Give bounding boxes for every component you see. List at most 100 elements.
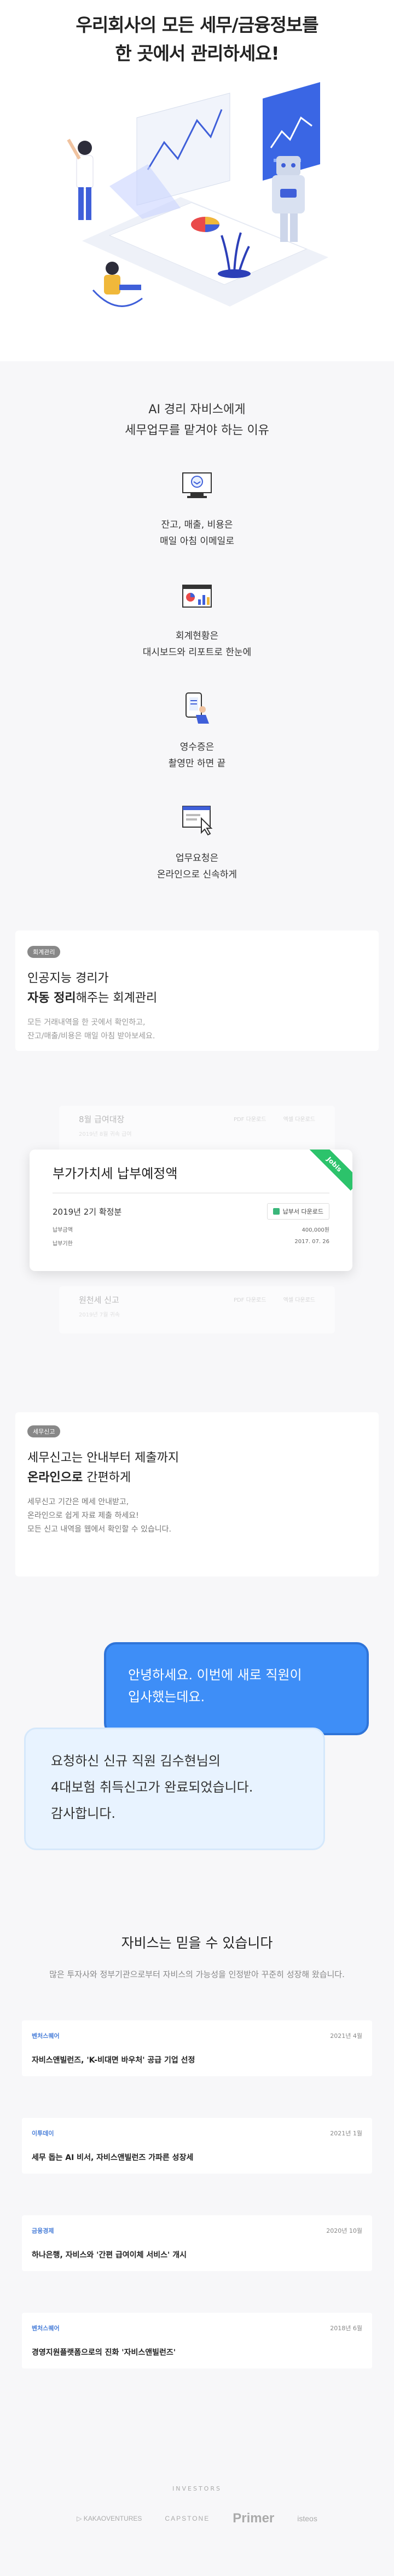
bot-chat-line3: 감사합니다. bbox=[51, 1806, 116, 1821]
vat-period: 2019년 2기 확정분 bbox=[53, 1206, 122, 1217]
vat-document-card: Jobis 부가가치세 납부예정액 2019년 2기 확정분 납부서 다운로드 … bbox=[30, 1150, 352, 1271]
investors-section: INVESTORS ▷ KAKAOVENTURES CAPSTONE Prime… bbox=[0, 2408, 394, 2576]
dashboard-report-icon bbox=[182, 585, 212, 608]
why-item-line2: 대시보드와 리포트로 한눈에 bbox=[142, 647, 252, 658]
why-item-line2: 온라인으로 신속하게 bbox=[157, 869, 237, 880]
bot-chat-line1: 요청하신 신규 직원 김수현님의 bbox=[51, 1753, 221, 1769]
hero-illustration bbox=[67, 82, 328, 307]
why-section: AI 경리 자비스에게 세무업무를 맡겨야 하는 이유 잔고, 매출, 비용은 … bbox=[0, 361, 394, 931]
trust-section: 자비스는 믿을 수 있습니다 많은 투자사와 정부기관으로부터 자비스의 가능성… bbox=[0, 1927, 394, 2408]
accounting-heading-bold: 자동 정리 bbox=[27, 991, 76, 1005]
news-source: 벤처스퀘어 bbox=[32, 2325, 60, 2332]
chat-section: 안녕하세요. 이번에 새로 직원이 입사했는데요. 요청하신 신규 직원 김수현… bbox=[0, 1642, 394, 1927]
tax-heading-line2: 온라인으로 간편하게 bbox=[27, 1468, 367, 1488]
vat-amount-label: 납부금액 bbox=[53, 1227, 73, 1233]
excel-icon bbox=[273, 1208, 280, 1215]
news-item[interactable]: 벤처스퀘어 2018년 6월 경영지원플랫폼으로의 진화 '자비스앤빌런즈' bbox=[22, 2313, 372, 2369]
vat-amount-row: 납부금액 400,000원 bbox=[53, 1225, 329, 1233]
kakaoventures-logo: ▷ KAKAOVENTURES bbox=[77, 2515, 142, 2522]
news-date: 2018년 6월 bbox=[330, 2325, 362, 2332]
ghost-buttons: PDF 다운로드 엑셀 다운로드 bbox=[218, 1114, 315, 1123]
news-item[interactable]: 이투데이 2021년 1월 세무 돕는 AI 비서, 자비스앤빌런즈 가파른 성… bbox=[22, 2118, 372, 2174]
news-title: 경영지원플랫폼으로의 진화 '자비스앤빌런즈' bbox=[32, 2348, 176, 2357]
ghost-subtitle: 2019년 7월 귀속 bbox=[79, 1312, 120, 1318]
news-source: 벤처스퀘어 bbox=[32, 2032, 60, 2040]
accounting-card: 회계관리 인공지능 경리가 자동 정리해주는 회계관리 모든 거래내역을 한 곳… bbox=[15, 931, 379, 1051]
news-item[interactable]: 벤처스퀘어 2021년 4월 자비스앤빌런즈, 'K-비대면 바우처' 공급 기… bbox=[22, 2020, 372, 2076]
ghost-document-payroll: 8월 급여대장 2019년 8월 귀속 급여 PDF 다운로드 엑셀 다운로드 bbox=[59, 1106, 335, 1153]
why-item-line1: 잔고, 매출, 비용은 bbox=[161, 519, 233, 530]
why-title-line2: 세무업무를 맡겨야 하는 이유 bbox=[125, 424, 269, 437]
payment-slip-download-button[interactable]: 납부서 다운로드 bbox=[266, 1203, 329, 1220]
document-stack: 8월 급여대장 2019년 8월 귀속 급여 PDF 다운로드 엑셀 다운로드 … bbox=[15, 1073, 379, 1358]
why-item-line1: 영수증은 bbox=[179, 742, 215, 753]
tax-heading-bold: 온라인으로 bbox=[27, 1471, 83, 1485]
monitor-mail-icon bbox=[182, 472, 212, 498]
primer-logo: Primer bbox=[233, 2511, 275, 2526]
payment-slip-download-label: 납부서 다운로드 bbox=[282, 1208, 323, 1215]
why-item-line1: 회계현황은 bbox=[175, 631, 219, 642]
why-item: 업무요청은 온라인으로 신속하게 bbox=[0, 802, 394, 913]
why-item-line2: 매일 아침 이메일로 bbox=[160, 536, 234, 547]
news-title: 하나은행, 자비스와 '간편 급여이체 서비스' 개시 bbox=[32, 2251, 187, 2260]
vat-deadline-row: 납부기한 2017. 07. 26 bbox=[53, 1239, 329, 1247]
capstone-logo: CAPSTONE bbox=[165, 2515, 210, 2522]
accounting-section: 회계관리 인공지능 경리가 자동 정리해주는 회계관리 모든 거래내역을 한 곳… bbox=[0, 931, 394, 1412]
accounting-desc: 모든 거래내역을 한 곳에서 확인하고, 잔고/매출/비용은 매일 아침 받아보… bbox=[27, 1016, 367, 1043]
why-item-line2: 촬영만 하면 끝 bbox=[168, 758, 226, 769]
investor-logos: ▷ KAKAOVENTURES CAPSTONE Primer isteos bbox=[0, 2511, 394, 2526]
why-item: 잔고, 매출, 비용은 매일 아침 이메일로 bbox=[0, 469, 394, 580]
trust-title: 자비스는 믿을 수 있습니다 bbox=[121, 1935, 273, 1951]
tax-heading-rest: 간편하게 bbox=[83, 1471, 131, 1485]
news-item[interactable]: 금융경제 2020년 10월 하나은행, 자비스와 '간편 급여이체 서비스' … bbox=[22, 2215, 372, 2271]
why-title-line1: AI 경리 자비스에게 bbox=[148, 403, 246, 417]
user-chat-line1: 안녕하세요. 이번에 새로 직원이 bbox=[128, 1667, 302, 1683]
news-source: 금융경제 bbox=[32, 2227, 54, 2234]
vat-period-row: 2019년 2기 확정분 납부서 다운로드 bbox=[53, 1203, 329, 1220]
bot-chat-bubble: 요청하신 신규 직원 김수현님의 4대보험 취득신고가 완료되었습니다. 감사합… bbox=[24, 1728, 325, 1850]
trust-subtitle: 많은 투자사와 정부기관으로부터 자비스의 가능성을 인정받아 꾸준히 성장해 … bbox=[49, 1969, 345, 1979]
excel-download-button[interactable]: 엑셀 다운로드 bbox=[283, 1117, 315, 1123]
receipt-phone-icon bbox=[186, 692, 209, 724]
excel-download-button[interactable]: 엑셀 다운로드 bbox=[283, 1297, 315, 1303]
news-date: 2021년 4월 bbox=[330, 2032, 362, 2040]
pdf-download-button[interactable]: PDF 다운로드 bbox=[234, 1117, 266, 1123]
accounting-tag: 회계관리 bbox=[27, 946, 61, 958]
tax-tag: 세무신고 bbox=[27, 1425, 61, 1437]
why-item: 회계현황은 대시보드와 리포트로 한눈에 bbox=[0, 580, 394, 691]
user-chat-bubble: 안녕하세요. 이번에 새로 직원이 입사했는데요. bbox=[104, 1642, 369, 1735]
ghost-document-withholding: 원천세 신고 2019년 7월 귀속 PDF 다운로드 엑셀 다운로드 bbox=[59, 1286, 335, 1333]
news-title: 세무 돕는 AI 비서, 자비스앤빌런즈 가파른 성장세 bbox=[32, 2153, 194, 2162]
why-title: AI 경리 자비스에게 세무업무를 맡겨야 하는 이유 bbox=[0, 400, 394, 441]
news-date: 2020년 10월 bbox=[326, 2227, 362, 2234]
accounting-heading-line1: 인공지능 경리가 bbox=[27, 972, 109, 985]
accounting-heading-rest: 해주는 회계관리 bbox=[76, 991, 158, 1005]
tax-heading: 세무신고는 안내부터 제출까지 온라인으로 간편하게 bbox=[27, 1448, 367, 1488]
bot-chat-line2: 4대보험 취득신고가 완료되었습니다. bbox=[51, 1780, 253, 1795]
why-list: 잔고, 매출, 비용은 매일 아침 이메일로 회계현황은 대시보드와 리포트로 … bbox=[0, 469, 394, 913]
tax-desc: 세무신고 기간은 메세 안내받고, 온라인으로 쉽게 자료 제출 하세요! 모든… bbox=[27, 1495, 367, 1537]
tax-desc-line1: 세무신고 기간은 메세 안내받고, bbox=[27, 1498, 129, 1506]
pdf-download-button[interactable]: PDF 다운로드 bbox=[234, 1297, 266, 1303]
vat-amount-value: 400,000원 bbox=[302, 1227, 329, 1233]
news-date: 2021년 1월 bbox=[330, 2130, 362, 2137]
why-item-line1: 업무요청은 bbox=[175, 853, 219, 864]
ghost-buttons: PDF 다운로드 엑셀 다운로드 bbox=[218, 1295, 315, 1303]
tax-desc-line2: 온라인으로 쉽게 자료 제출 하세요! bbox=[27, 1511, 139, 1520]
tax-section: 세무신고 세무신고는 안내부터 제출까지 온라인으로 간편하게 세무신고 기간은… bbox=[0, 1412, 394, 1642]
news-source: 이투데이 bbox=[32, 2130, 54, 2137]
accounting-desc-line1: 모든 거래내역을 한 곳에서 확인하고, bbox=[27, 1018, 146, 1027]
isteos-logo: isteos bbox=[297, 2514, 317, 2523]
tax-desc-line3: 모든 신고 내역을 웹에서 확인할 수 있습니다. bbox=[27, 1525, 171, 1534]
browser-click-icon bbox=[182, 806, 213, 836]
vat-deadline-value: 2017. 07. 26 bbox=[294, 1239, 329, 1245]
hero-section: 우리회사의 모든 세무/금융정보를 한 곳에서 관리하세요! bbox=[0, 0, 394, 361]
vat-document-title: 부가가치세 납부예정액 bbox=[53, 1166, 178, 1181]
accounting-heading: 인공지능 경리가 자동 정리해주는 회계관리 bbox=[27, 969, 367, 1008]
news-list: 벤처스퀘어 2021년 4월 자비스앤빌런즈, 'K-비대면 바우처' 공급 기… bbox=[22, 2020, 372, 2369]
ghost-subtitle: 2019년 8월 귀속 급여 bbox=[79, 1131, 132, 1137]
user-chat-line2: 입사했는데요. bbox=[128, 1689, 205, 1705]
tax-card: 세무신고 세무신고는 안내부터 제출까지 온라인으로 간편하게 세무신고 기간은… bbox=[15, 1412, 379, 1576]
tax-heading-line1: 세무신고는 안내부터 제출까지 bbox=[27, 1451, 179, 1465]
accounting-heading-line2: 자동 정리해주는 회계관리 bbox=[27, 989, 367, 1008]
